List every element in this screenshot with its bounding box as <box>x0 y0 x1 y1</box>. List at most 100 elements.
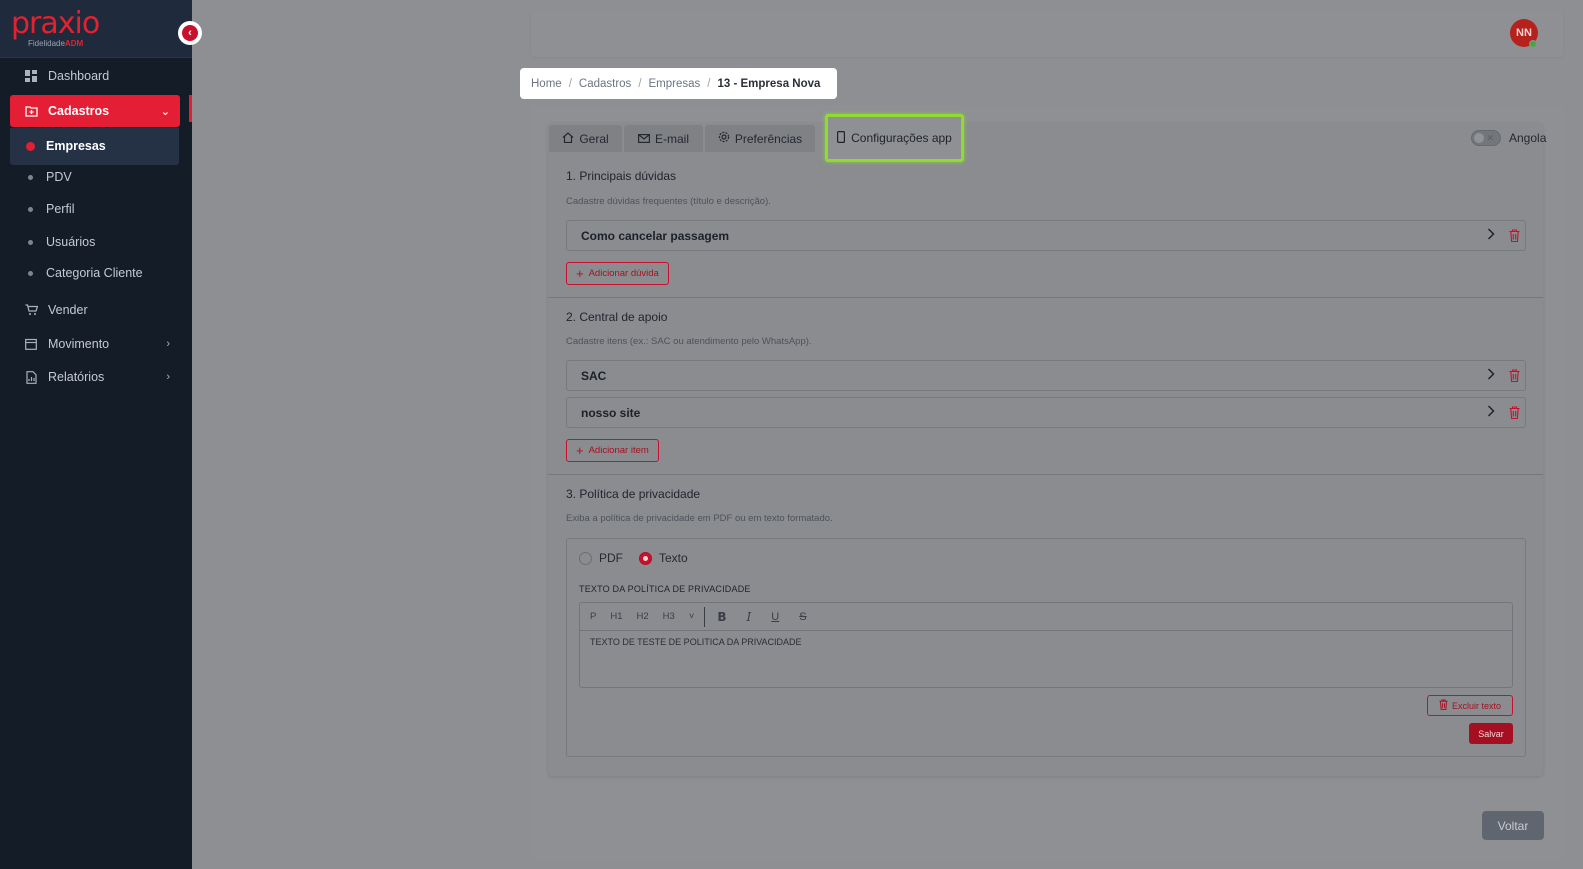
section-divider <box>548 297 1543 298</box>
more-headings-icon[interactable]: ˅ <box>689 611 695 622</box>
bullet-icon <box>28 239 33 245</box>
sidebar-item-movimento[interactable]: Movimento › <box>10 328 180 360</box>
calendar-icon <box>24 337 38 351</box>
breadcrumb-separator: / <box>707 77 711 90</box>
trash-icon <box>1439 699 1448 713</box>
breadcrumb-home[interactable]: Home <box>531 78 562 90</box>
section-title: 2. Central de apoio <box>566 310 668 324</box>
cart-icon <box>24 303 38 317</box>
support-item[interactable]: nosso site <box>566 397 1526 428</box>
trash-icon[interactable] <box>1507 406 1521 420</box>
button-label: Excluir texto <box>1451 700 1502 711</box>
tab-label: Preferências <box>734 131 803 146</box>
section-description: Exiba a política de privacidade em PDF o… <box>566 513 833 524</box>
h3-button[interactable]: H3 <box>663 611 675 622</box>
save-button[interactable]: Salvar <box>1469 723 1513 744</box>
underline-button[interactable]: U <box>771 611 779 623</box>
country-toggle[interactable]: ✕ Angola <box>1471 130 1546 146</box>
strikethrough-button[interactable]: S <box>799 611 806 623</box>
report-icon <box>24 370 38 384</box>
sidebar-item-label: Movimento <box>48 337 110 351</box>
sidebar-subitem-perfil[interactable]: Perfil <box>10 194 180 224</box>
add-faq-button[interactable]: + Adicionar dúvida <box>566 262 669 285</box>
rich-text-editor: P H1 H2 H3 ˅ B I U S TEXTO DE TESTE DE P… <box>579 602 1513 688</box>
editor-label: TEXTO DA POLÍTICA DE PRIVACIDADE <box>579 584 751 594</box>
button-label: Adicionar dúvida <box>588 268 659 279</box>
tab-configuracoes-app[interactable]: Configurações app <box>825 114 964 162</box>
chevron-down-icon: ⌄ <box>160 105 170 118</box>
editor-content[interactable]: TEXTO DE TESTE DE POLITICA DA PRIVACIDAD… <box>590 637 802 647</box>
support-item-title: nosso site <box>581 405 641 420</box>
trash-icon[interactable] <box>1507 229 1521 243</box>
plus-icon: + <box>576 443 584 458</box>
trash-icon[interactable] <box>1507 369 1521 383</box>
logo-subtitle: FidelidadeADM <box>28 39 84 48</box>
sidebar-subitem-empresas[interactable]: Empresas <box>10 131 180 161</box>
sidebar-subitem-pdv[interactable]: PDV <box>10 162 180 192</box>
bullet-icon <box>26 141 35 151</box>
gear-icon <box>718 131 730 146</box>
editor-toolbar: P H1 H2 H3 ˅ B I U S <box>580 603 1512 631</box>
sidebar-subitem-usuarios[interactable]: Usuários <box>10 227 180 257</box>
chevron-right-icon[interactable] <box>1487 405 1495 420</box>
breadcrumb-separator: / <box>568 77 572 90</box>
bold-button[interactable]: B <box>717 610 726 624</box>
sidebar-item-cadastros[interactable]: Cadastros ⌄ <box>10 95 180 127</box>
chevron-right-icon: › <box>166 338 170 350</box>
home-icon <box>562 131 574 146</box>
breadcrumb-empresas[interactable]: Empresas <box>649 78 701 90</box>
tab-preferencias[interactable]: Preferências <box>705 125 815 152</box>
praxio-logo: praxio <box>11 6 100 41</box>
italic-button[interactable]: I <box>747 610 752 624</box>
bullet-icon <box>28 206 33 212</box>
section-description: Cadastre itens (ex.: SAC ou atendimento … <box>566 336 812 347</box>
bullet-icon <box>28 174 33 180</box>
breadcrumb-cadastros[interactable]: Cadastros <box>579 78 631 90</box>
chevron-right-icon[interactable] <box>1487 368 1495 383</box>
sidebar-subitem-label: Categoria Cliente <box>46 266 143 280</box>
sidebar-item-label: Relatórios <box>48 370 105 384</box>
sidebar-collapse-button[interactable]: ‹ <box>178 21 202 45</box>
close-icon: ✕ <box>1486 133 1494 143</box>
button-label: Adicionar item <box>588 445 649 456</box>
h2-button[interactable]: H2 <box>637 611 649 622</box>
phone-icon <box>837 130 846 146</box>
radio-pdf[interactable] <box>579 551 592 565</box>
bullet-icon <box>28 270 33 276</box>
sidebar-item-vender[interactable]: Vender <box>10 294 180 326</box>
toggle-switch[interactable]: ✕ <box>1471 130 1501 146</box>
sidebar-subitem-label: PDV <box>46 170 72 184</box>
section-divider <box>548 474 1543 475</box>
radio-label: Texto <box>659 551 688 565</box>
section-title: 3. Política de privacidade <box>566 487 701 501</box>
chevron-right-icon[interactable] <box>1487 228 1495 243</box>
sidebar: praxio FidelidadeADM Dashboard Cadastros… <box>0 0 192 869</box>
radio-texto[interactable] <box>639 551 652 565</box>
sidebar-subitem-label: Usuários <box>46 235 96 249</box>
tab-email[interactable]: E-mail <box>624 125 703 152</box>
add-item-button[interactable]: + Adicionar item <box>566 439 659 462</box>
sidebar-subitem-categoria-cliente[interactable]: Categoria Cliente <box>10 258 180 288</box>
sidebar-item-label: Cadastros <box>48 104 110 118</box>
sidebar-item-dashboard[interactable]: Dashboard <box>10 60 180 92</box>
sidebar-subitem-label: Perfil <box>46 202 75 216</box>
paragraph-button[interactable]: P <box>590 611 596 622</box>
section-description: Cadastre dúvidas frequentes (título e de… <box>566 196 771 207</box>
plus-icon: + <box>576 266 584 281</box>
h1-button[interactable]: H1 <box>610 611 622 622</box>
breadcrumb-separator: / <box>638 77 642 90</box>
tab-geral[interactable]: Geral <box>549 125 622 152</box>
back-button[interactable]: Voltar <box>1482 811 1544 840</box>
support-item[interactable]: SAC <box>566 360 1526 391</box>
faq-item[interactable]: Como cancelar passagem <box>566 220 1526 251</box>
topbar <box>531 10 1563 57</box>
policy-format-radio-group: PDF Texto <box>579 551 688 565</box>
dashboard-grid-icon <box>24 69 38 83</box>
sidebar-item-label: Dashboard <box>48 69 110 83</box>
sidebar-item-relatorios[interactable]: Relatórios › <box>10 361 180 393</box>
chevron-right-icon: › <box>166 371 170 383</box>
tab-label: E-mail <box>654 131 689 146</box>
tab-label: Geral <box>579 131 609 146</box>
section-title: 1. Principais dúvidas <box>566 169 677 183</box>
delete-text-button[interactable]: Excluir texto <box>1427 695 1513 716</box>
